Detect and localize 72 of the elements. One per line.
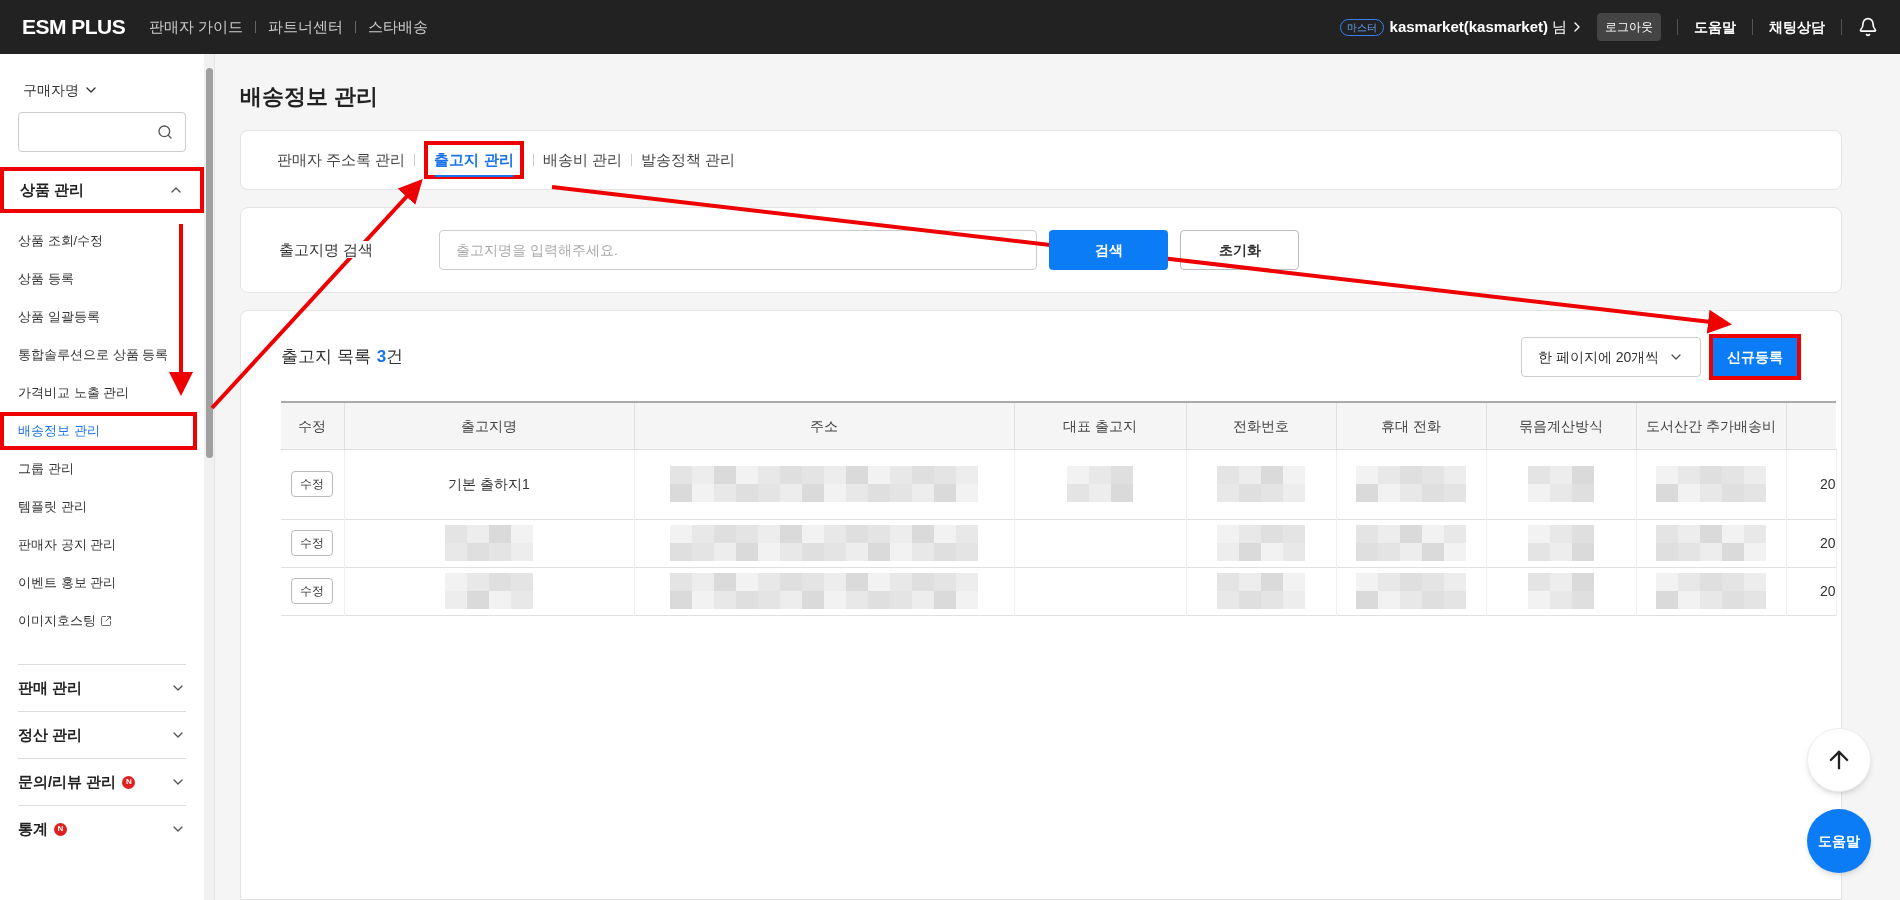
list-title: 출고지 목록 (281, 346, 371, 369)
list-count-suffix: 건 (386, 346, 404, 369)
sidebar-item[interactable]: 그룹 관리 (0, 450, 204, 488)
help-link[interactable]: 도움말 (1694, 17, 1736, 37)
redacted-block (1528, 573, 1594, 609)
column-header: 대표 출고지 (1063, 417, 1137, 434)
top-link[interactable]: 스타배송 (368, 15, 429, 39)
table-cell: 20 (1819, 476, 1836, 492)
search-field[interactable]: 출고지명을 입력해주세요. (439, 230, 1037, 270)
sidebar-section[interactable]: 통계 N (18, 806, 186, 852)
new-badge: N (54, 822, 67, 836)
sidebar-section[interactable]: 정산 관리 (18, 712, 186, 758)
page-size-dropdown[interactable]: 한 페이지에 20개씩 (1521, 337, 1701, 377)
tab[interactable]: 배송비 관리 (542, 148, 622, 172)
section-label: 통계 (18, 818, 48, 839)
list-count: 3 (376, 346, 387, 369)
search-type-dropdown[interactable]: 구매자명 (23, 80, 99, 100)
sidebar-section[interactable]: 판매 관리 (18, 665, 186, 711)
tab[interactable]: 판매자 주소록 관리 (277, 148, 406, 172)
top-link[interactable]: 판매자 가이드 (149, 15, 244, 39)
search-label: 출고지명 검색 (279, 241, 374, 258)
section-label: 판매 관리 (18, 677, 83, 698)
edit-button[interactable]: 수정 (291, 530, 334, 556)
logo[interactable]: ESM PLUS (22, 11, 126, 43)
redacted-block (1528, 525, 1594, 561)
external-link-icon (100, 615, 112, 627)
sidebar-section[interactable]: 상품 관리 (0, 167, 204, 213)
section-label: 상품 관리 (20, 179, 85, 200)
sidebar-item[interactable]: 배송정보 관리 (0, 412, 197, 450)
column-header: 주소 (810, 417, 838, 434)
tab[interactable]: 발송정책 관리 (640, 148, 735, 172)
sidebar-item[interactable]: 통합솔루션으로 상품 등록 (0, 336, 204, 374)
sidebar-item[interactable]: 템플릿 관리 (0, 488, 204, 526)
top-link[interactable]: 파트너센터 (268, 15, 344, 39)
sidebar-search-field[interactable] (18, 112, 186, 152)
new-badge: N (122, 775, 136, 789)
table-cell: 20 (1819, 535, 1836, 551)
redacted-block (1067, 466, 1133, 502)
chat-link[interactable]: 채팅상담 (1769, 17, 1825, 37)
column-header: 묶음계산방식 (1519, 417, 1603, 434)
edit-button[interactable]: 수정 (291, 471, 334, 497)
column-header: 출고지명 (461, 417, 517, 434)
table-cell: 20 (1819, 583, 1836, 599)
sidebar-item[interactable]: 상품 일괄등록 (0, 298, 204, 336)
search-icon[interactable] (157, 124, 173, 140)
sidebar-item[interactable]: 이미지호스팅 (0, 602, 204, 640)
sidebar-item[interactable]: 판매자 공지 관리 (0, 526, 204, 564)
sidebar-item[interactable]: 상품 등록 (0, 260, 204, 298)
logout-button[interactable]: 로그아웃 (1597, 13, 1661, 41)
column-header: 휴대 전화 (1381, 417, 1441, 434)
scrollbar[interactable] (204, 54, 214, 900)
bell-icon[interactable] (1858, 17, 1878, 37)
sidebar-section[interactable]: 문의/리뷰 관리 N (18, 759, 186, 805)
column-header: 도서산간 추가배송비 (1646, 417, 1776, 434)
user-name[interactable]: kasmarket(kasmarket) (1389, 15, 1548, 39)
edit-button[interactable]: 수정 (291, 578, 334, 604)
section-label: 정산 관리 (18, 724, 83, 745)
user-suffix: 님 (1552, 16, 1567, 37)
help-fab[interactable]: 도움말 (1807, 809, 1871, 873)
redacted-block (1528, 466, 1594, 502)
sidebar-item[interactable]: 가격비교 노출 관리 (0, 374, 204, 412)
section-label: 문의/리뷰 관리 (18, 771, 117, 792)
column-header: 전화번호 (1233, 417, 1289, 434)
tab[interactable]: 출고지 관리 (424, 140, 524, 180)
sidebar-item[interactable]: 이벤트 홍보 관리 (0, 564, 204, 602)
column-header: 수정 (298, 417, 327, 434)
new-button[interactable]: 신규등록 (1709, 334, 1801, 380)
search-button[interactable]: 검색 (1049, 230, 1168, 270)
reset-button[interactable]: 초기화 (1180, 230, 1299, 270)
table-cell: 기본 출하지1 (448, 476, 530, 492)
sidebar-item[interactable]: 상품 조회/수정 (0, 222, 204, 260)
page-title: 배송정보 관리 (240, 83, 380, 111)
